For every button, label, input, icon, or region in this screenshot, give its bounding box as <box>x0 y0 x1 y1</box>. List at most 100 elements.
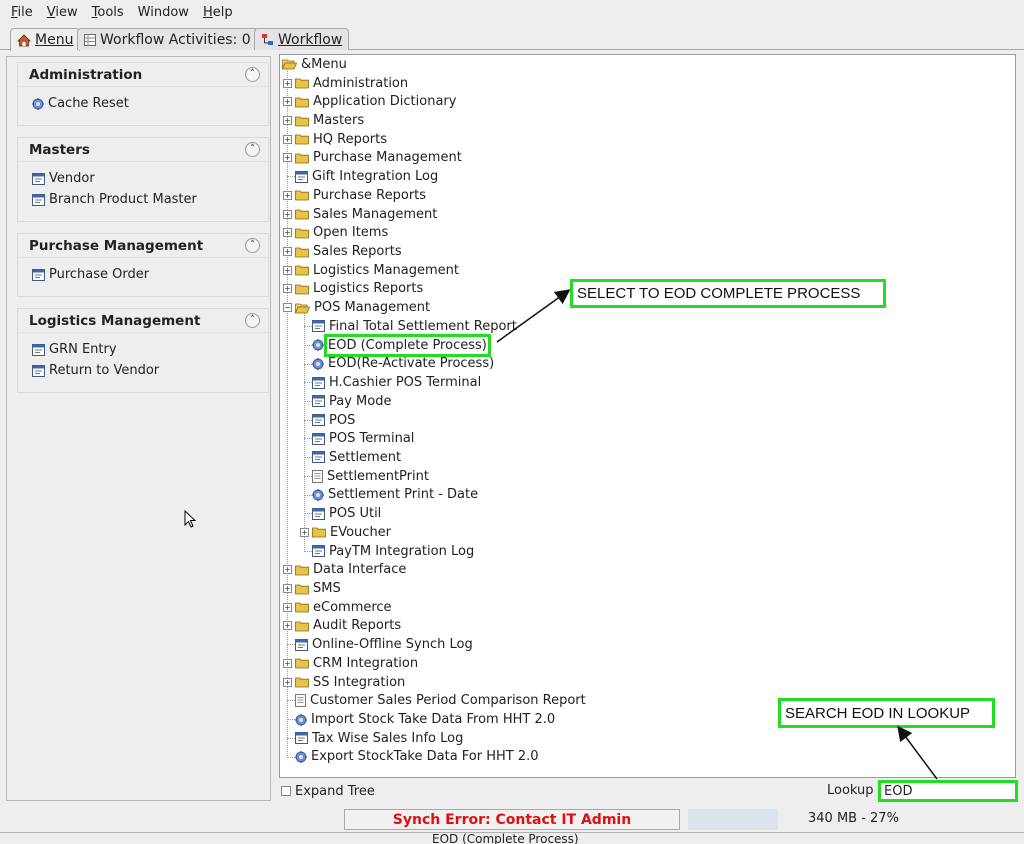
tree-item[interactable]: − POS Management <box>283 298 430 317</box>
tree-item-label: Pay Mode <box>329 393 392 409</box>
expand-plus-icon[interactable]: + <box>283 584 292 593</box>
tree-item[interactable]: Tax Wise Sales Info Log <box>283 729 463 748</box>
tree-item[interactable]: Export StockTake Data For HHT 2.0 <box>283 748 539 767</box>
window-icon <box>32 343 45 356</box>
sidebar-item-label: GRN Entry <box>49 342 117 357</box>
window-icon <box>295 638 308 651</box>
expand-plus-icon[interactable]: + <box>283 116 292 125</box>
tree-item-label: Import Stock Take Data From HHT 2.0 <box>311 712 556 728</box>
tree-item[interactable]: + Audit Reports <box>283 617 401 636</box>
tree-item[interactable]: SettlementPrint <box>300 467 429 486</box>
expand-plus-icon[interactable]: + <box>283 209 292 219</box>
expand-plus-icon[interactable]: + <box>283 153 292 163</box>
folder-open-icon <box>295 302 310 314</box>
menu-item-text: elp <box>212 4 233 20</box>
sidebar-item[interactable]: Cache Reset <box>18 93 268 114</box>
tree-item[interactable]: + Purchase Reports <box>283 186 426 205</box>
sidebar-item[interactable]: Purchase Order <box>18 264 268 285</box>
tree-item[interactable]: + SS Integration <box>283 673 405 692</box>
menu-item[interactable]: Tools <box>85 5 131 20</box>
tree-item[interactable]: Import Stock Take Data From HHT 2.0 <box>283 710 555 729</box>
tree-item[interactable]: + Logistics Reports <box>283 280 423 299</box>
process-gear-icon <box>312 339 324 352</box>
folder-icon <box>295 620 309 632</box>
tree-item[interactable]: + eCommerce <box>283 598 392 617</box>
menu-item[interactable]: File <box>4 5 40 20</box>
expand-plus-icon[interactable]: + <box>283 284 292 294</box>
tree-item[interactable]: + Sales Management <box>283 205 437 224</box>
collapse-up-icon[interactable]: ˄ <box>245 238 260 253</box>
window-icon <box>295 732 308 745</box>
sidebar-section-header[interactable]: Administration ˄ <box>18 63 268 87</box>
expand-tree-checkbox[interactable]: Expand Tree <box>281 782 375 800</box>
tree-item[interactable]: Gift Integration Log <box>283 167 438 186</box>
tree-item[interactable]: + Open Items <box>283 223 388 242</box>
tree-item[interactable]: + Purchase Management <box>283 149 462 168</box>
expand-plus-icon[interactable]: + <box>283 602 292 612</box>
tree-item[interactable]: EOD(Re-Activate Process) <box>300 355 494 374</box>
tab-workflow[interactable]: Workflow <box>254 28 350 50</box>
tree-item-label: Settlement Print - Date <box>328 487 479 503</box>
sidebar-item[interactable]: GRN Entry <box>18 339 268 360</box>
tree-item[interactable]: + Logistics Management <box>283 261 459 280</box>
tab-menu[interactable]: Menu <box>10 28 81 51</box>
menu-item[interactable]: View <box>40 5 85 20</box>
tree-item[interactable]: + CRM Integration <box>283 654 418 673</box>
expand-plus-icon[interactable]: + <box>283 658 292 668</box>
expand-plus-icon[interactable]: + <box>283 228 292 238</box>
tree-item[interactable]: POS Terminal <box>300 429 414 448</box>
tree-item[interactable]: + Masters <box>283 111 364 130</box>
tree-item[interactable]: + Administration <box>283 74 408 93</box>
tree-item[interactable]: + SMS <box>283 579 341 598</box>
expand-plus-icon[interactable]: + <box>283 190 292 200</box>
menu-item-text: Window <box>137 4 189 20</box>
sidebar-item[interactable]: Return to Vendor <box>18 360 268 381</box>
sidebar-section-header[interactable]: Logistics Management ˄ <box>18 309 268 333</box>
tree-item[interactable]: POS <box>300 411 355 430</box>
checkbox-box[interactable] <box>281 786 291 796</box>
synch-error-button[interactable]: Synch Error: Contact IT Admin <box>344 809 680 830</box>
expand-plus-icon[interactable]: + <box>300 527 309 537</box>
tree-item[interactable]: Pay Mode <box>300 392 391 411</box>
lookup-input[interactable] <box>878 780 1018 802</box>
tree-item[interactable]: + EVoucher <box>300 523 391 542</box>
menu-item[interactable]: Help <box>196 5 240 20</box>
tree-item-label: Online-Offline Synch Log <box>312 637 473 653</box>
tree-item[interactable]: Online-Offline Synch Log <box>283 635 473 654</box>
menu-item[interactable]: Window <box>131 5 196 20</box>
expand-plus-icon[interactable]: + <box>283 265 292 275</box>
window-icon <box>32 193 45 206</box>
sidebar-item[interactable]: Vendor <box>18 168 268 189</box>
expand-plus-icon[interactable]: + <box>283 247 292 257</box>
expand-plus-icon[interactable]: + <box>283 78 292 88</box>
collapse-up-icon[interactable]: ˄ <box>245 142 260 157</box>
tree-item[interactable]: + Application Dictionary <box>283 92 456 111</box>
tree-item[interactable]: + Data Interface <box>283 560 406 579</box>
expand-plus-icon[interactable]: + <box>283 677 292 687</box>
sidebar-section-header[interactable]: Purchase Management ˄ <box>18 234 268 258</box>
tree-item[interactable]: Settlement <box>300 448 401 467</box>
tree-item[interactable]: H.Cashier POS Terminal <box>300 373 481 392</box>
folder-icon <box>295 115 309 127</box>
sidebar-section-header[interactable]: Masters ˄ <box>18 138 268 162</box>
tab-workflow-activities[interactable]: Workflow Activities: 0 <box>77 28 258 50</box>
tree-item-label: H.Cashier POS Terminal <box>329 375 482 391</box>
tree-item[interactable]: Customer Sales Period Comparison Report <box>283 691 586 710</box>
tree-item[interactable]: Final Total Settlement Report <box>300 317 517 336</box>
expand-plus-icon[interactable]: + <box>283 621 292 631</box>
tree-item[interactable]: Settlement Print - Date <box>300 486 478 505</box>
tree-item-eod-complete-process[interactable]: EOD (Complete Process) <box>300 333 491 357</box>
tree-root[interactable]: &Menu <box>282 55 347 74</box>
collapse-minus-icon[interactable]: − <box>283 303 292 313</box>
collapse-up-icon[interactable]: ˄ <box>245 67 260 82</box>
expand-plus-icon[interactable]: + <box>283 565 292 575</box>
collapse-up-icon[interactable]: ˄ <box>245 313 260 328</box>
expand-plus-icon[interactable]: + <box>283 134 292 144</box>
tree-item[interactable]: PayTM Integration Log <box>300 542 474 561</box>
tree-item[interactable]: POS Util <box>300 504 381 523</box>
expand-plus-icon[interactable]: + <box>283 97 292 107</box>
tree-item[interactable]: + HQ Reports <box>283 130 387 149</box>
sidebar-item[interactable]: Branch Product Master <box>18 189 268 210</box>
tree-item[interactable]: + Sales Reports <box>283 242 402 261</box>
memory-usage[interactable]: 340 MB - 27% <box>808 811 899 826</box>
